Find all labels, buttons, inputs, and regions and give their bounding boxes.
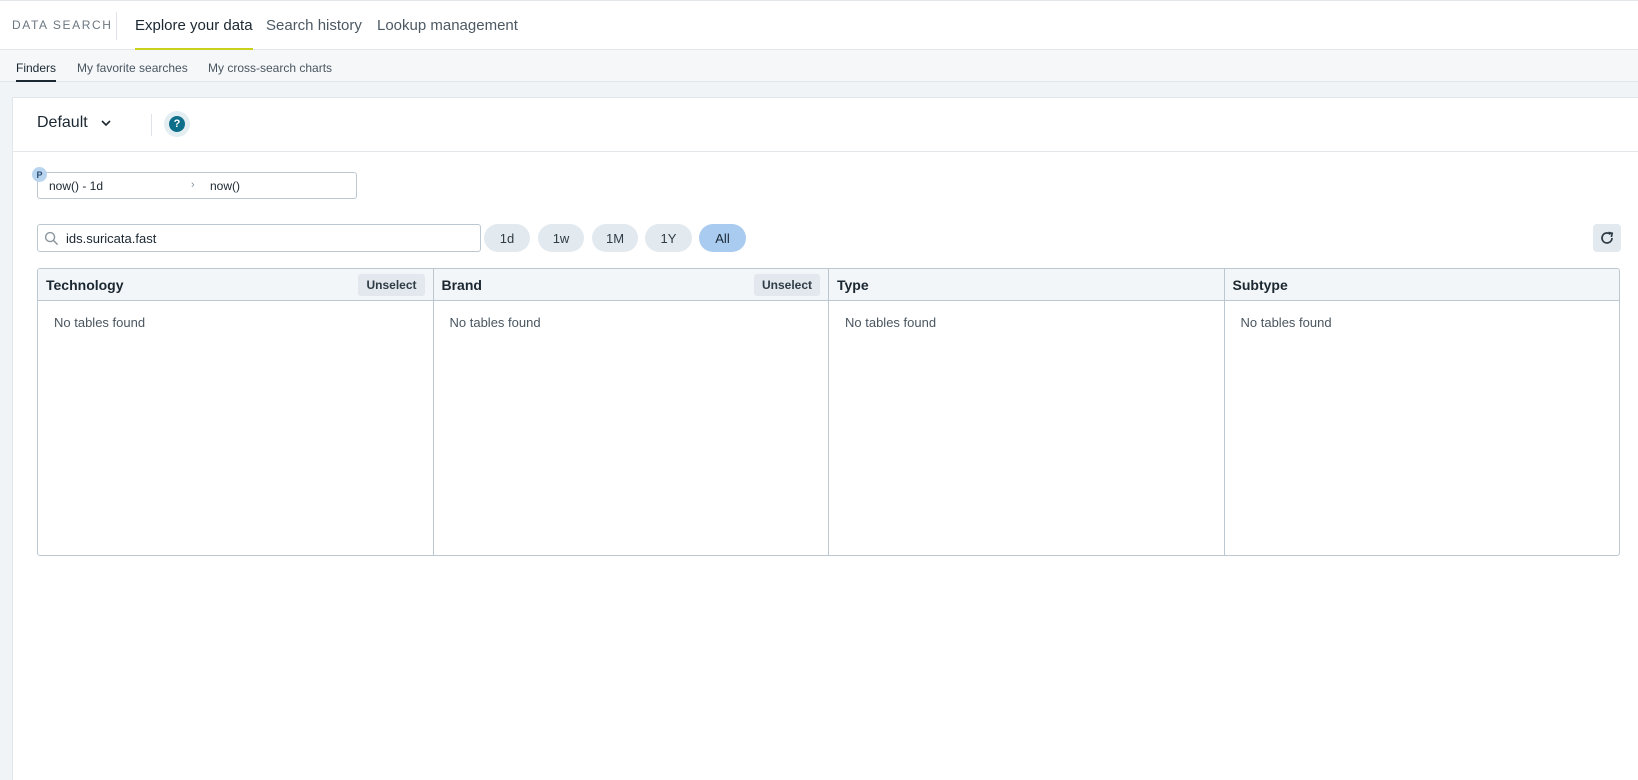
app-brand: DATA SEARCH: [12, 18, 113, 32]
search-input[interactable]: [66, 229, 471, 247]
column-header: Subtype: [1224, 269, 1619, 301]
column-header: Brand Unselect: [433, 269, 828, 301]
column-technology: Technology Unselect No tables found: [38, 269, 434, 555]
column-title: Brand: [441, 277, 482, 293]
column-subtype: Subtype No tables found: [1224, 269, 1619, 555]
chevron-right-icon: ›: [191, 179, 195, 191]
subtab-cross-search-charts[interactable]: My cross-search charts: [208, 61, 332, 82]
finder-dropdown-label: Default: [37, 114, 88, 131]
top-bar: DATA SEARCH Explore your data Search his…: [0, 0, 1638, 50]
finder-columns: Technology Unselect No tables found Bran…: [37, 268, 1620, 556]
column-title: Technology: [46, 277, 124, 293]
unselect-button[interactable]: Unselect: [358, 274, 425, 296]
column-header: Type: [829, 269, 1224, 301]
empty-message: No tables found: [845, 315, 937, 330]
column-type: Type No tables found: [829, 269, 1225, 555]
empty-message: No tables found: [1240, 315, 1332, 330]
tab-lookup-management[interactable]: Lookup management: [377, 17, 518, 50]
unselect-button[interactable]: Unselect: [753, 274, 820, 296]
tab-search-history[interactable]: Search history: [266, 17, 362, 50]
subtab-favorite-searches[interactable]: My favorite searches: [77, 61, 188, 82]
period-1d-button[interactable]: 1d: [484, 224, 530, 252]
empty-message: No tables found: [449, 315, 541, 330]
panel-header: Default ?: [13, 98, 1638, 152]
period-1m-button[interactable]: 1M: [592, 224, 638, 252]
date-from[interactable]: now() - 1d: [49, 179, 103, 193]
question-icon: ?: [169, 116, 185, 132]
table-search[interactable]: [37, 224, 481, 252]
period-1y-button[interactable]: 1Y: [645, 224, 692, 252]
refresh-button[interactable]: [1593, 224, 1621, 252]
finder-panel: Default ? P now() - 1d › now() 1d 1w 1M …: [12, 97, 1638, 780]
column-title: Type: [837, 277, 869, 293]
column-brand: Brand Unselect No tables found: [433, 269, 829, 555]
column-title: Subtype: [1232, 277, 1288, 293]
help-button[interactable]: ?: [164, 111, 190, 137]
finder-dropdown[interactable]: Default: [37, 114, 112, 132]
date-to[interactable]: now(): [210, 179, 240, 193]
chevron-down-icon: [101, 120, 111, 127]
tab-explore-your-data[interactable]: Explore your data: [135, 17, 253, 50]
refresh-icon: [1601, 231, 1614, 244]
column-header: Technology Unselect: [38, 269, 433, 301]
search-icon: [44, 231, 59, 246]
empty-message: No tables found: [54, 315, 146, 330]
brand-divider: [116, 12, 117, 40]
date-range-picker[interactable]: P now() - 1d › now(): [32, 167, 357, 199]
period-badge: P: [32, 167, 47, 182]
header-divider: [151, 114, 152, 136]
period-all-button[interactable]: All: [699, 224, 746, 252]
period-1w-button[interactable]: 1w: [538, 224, 584, 252]
subtab-finders[interactable]: Finders: [16, 61, 57, 82]
sub-nav: Finders My favorite searches My cross-se…: [0, 50, 1638, 82]
